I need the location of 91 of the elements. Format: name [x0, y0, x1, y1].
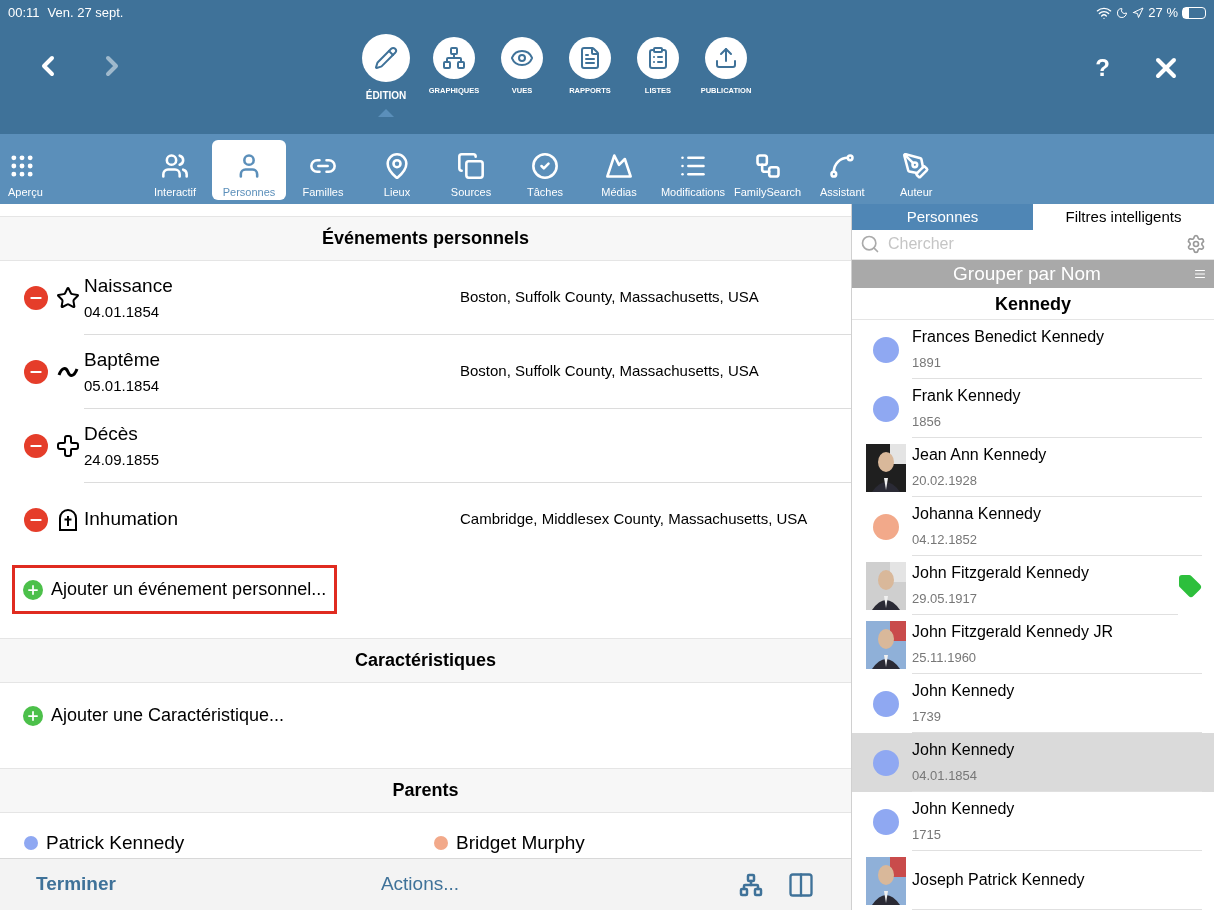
pencil-icon	[374, 46, 398, 70]
check-circle-icon	[531, 151, 559, 180]
event-date: 05.01.1854	[84, 375, 161, 396]
remove-icon[interactable]	[24, 508, 48, 532]
mode-tab[interactable]: ÉDITION	[358, 34, 414, 117]
document-icon	[578, 46, 602, 70]
person-name: Joseph Patrick Kennedy	[912, 870, 1086, 890]
person-name: Jean Ann Kennedy	[912, 445, 1048, 466]
actions-button[interactable]: Actions...	[380, 870, 460, 899]
person-row[interactable]: John Kennedy 04.01.1854	[852, 733, 1214, 792]
toolbar-tab[interactable]: Sources	[434, 140, 508, 200]
clipboard-icon	[646, 46, 670, 70]
event-place: Boston, Suffolk County, Massachusetts, USA	[460, 287, 760, 308]
chart-icon[interactable]	[739, 872, 763, 897]
remove-icon[interactable]	[24, 360, 48, 384]
event-name: Inhumation	[84, 507, 179, 532]
add-button[interactable]: Ajouter une Caractéristique...	[12, 691, 296, 740]
event-place: Boston, Suffolk County, Massachusetts, USA	[460, 361, 760, 382]
event-date: 04.01.1854	[84, 301, 161, 322]
section-header: Caractéristiques	[0, 638, 851, 683]
pointer-notch	[378, 109, 394, 117]
help-button[interactable]: ?	[1095, 50, 1110, 86]
toolbar-tab[interactable]: Auteur	[879, 140, 954, 200]
copy-icon	[457, 151, 485, 180]
status-time: 00:11	[8, 4, 40, 23]
tilde-icon	[57, 366, 79, 378]
settings-icon[interactable]	[1186, 234, 1206, 255]
search-icon	[860, 234, 880, 255]
plus-icon	[23, 579, 43, 600]
battery-icon	[1182, 7, 1206, 19]
person-name: John Fitzgerald Kennedy JR	[912, 622, 1114, 643]
pen-icon	[902, 151, 931, 180]
person-name: John Kennedy	[912, 740, 1016, 761]
location-icon	[1132, 7, 1145, 19]
person-date: 04.01.1854	[912, 767, 979, 786]
person-name: John Kennedy	[912, 681, 1016, 702]
remove-icon[interactable]	[24, 286, 48, 310]
toolbar-tab[interactable]: Tâches	[508, 140, 582, 200]
wifi-icon	[1096, 5, 1113, 21]
person-date: 20.02.1928	[912, 472, 979, 491]
person-date: 25.11.1960	[912, 649, 978, 668]
parent-name[interactable]: Patrick Kennedy	[46, 829, 185, 858]
plus-icon	[23, 705, 43, 726]
event-name: Baptême	[84, 348, 162, 372]
upload-icon	[714, 46, 738, 70]
parent-name[interactable]: Bridget Murphy	[456, 829, 585, 858]
person-date: 29.05.1917	[912, 590, 979, 609]
person-date: 1715	[912, 826, 942, 845]
side-tab[interactable]: Personnes	[852, 204, 1033, 230]
status-date: Ven. 27 sept.	[47, 4, 124, 23]
toolbar-tab[interactable]: Familles	[286, 140, 360, 200]
event-date: 24.09.1855	[84, 449, 161, 470]
person-name: Frances Benedict Kennedy	[912, 327, 1106, 348]
person-date: 1856	[912, 413, 942, 432]
person-date: 1739	[912, 708, 942, 727]
toolbar-tab[interactable]: Lieux	[360, 140, 434, 200]
remove-icon[interactable]	[24, 434, 48, 458]
person-name: John Kennedy	[912, 799, 1016, 820]
toolbar-tab[interactable]: Médias	[582, 140, 656, 200]
battery-level: 27 %	[1148, 4, 1178, 23]
sort-icon[interactable]	[1194, 268, 1206, 280]
mountain-icon	[605, 151, 633, 180]
toolbar-tab[interactable]: Assistant	[805, 140, 880, 200]
people-icon	[161, 151, 189, 180]
toolbar-tab[interactable]: Aperçu	[8, 140, 138, 200]
person-date: 04.12.1852	[912, 531, 979, 550]
event-place: Cambridge, Middlesex County, Massachusetts, USA	[460, 509, 809, 530]
section-header: Parents	[0, 768, 851, 813]
person-date: 1891	[912, 354, 942, 373]
section-header: Événements personnels	[0, 216, 851, 261]
toolbar-tab[interactable]: FamilySearch	[730, 140, 806, 200]
toolbar-tab[interactable]: Interactif	[138, 140, 212, 200]
toolbar-tab[interactable]: Modifications	[656, 140, 730, 200]
curve-icon	[828, 151, 857, 180]
gravestone-icon	[57, 509, 79, 531]
person-name: Johanna Kennedy	[912, 504, 1042, 525]
person-name: John Fitzgerald Kennedy	[912, 563, 1090, 584]
hierarchy-icon	[442, 46, 466, 70]
add-button[interactable]: Ajouter un événement personnel...	[12, 565, 338, 614]
event-name: Décès	[84, 422, 139, 446]
toolbar-tab[interactable]: Personnes	[212, 140, 286, 200]
person-name: Frank Kennedy	[912, 386, 1022, 407]
star-icon	[56, 286, 80, 310]
event-name: Naissance	[84, 274, 174, 298]
sidebar-icon[interactable]	[787, 870, 815, 899]
done-button[interactable]: Terminer	[36, 870, 116, 899]
diagram-icon	[753, 151, 782, 180]
moon-icon	[1116, 7, 1129, 19]
pin-icon	[383, 151, 411, 180]
cross-icon	[56, 434, 80, 458]
search-field[interactable]: Chercher	[888, 232, 1178, 257]
